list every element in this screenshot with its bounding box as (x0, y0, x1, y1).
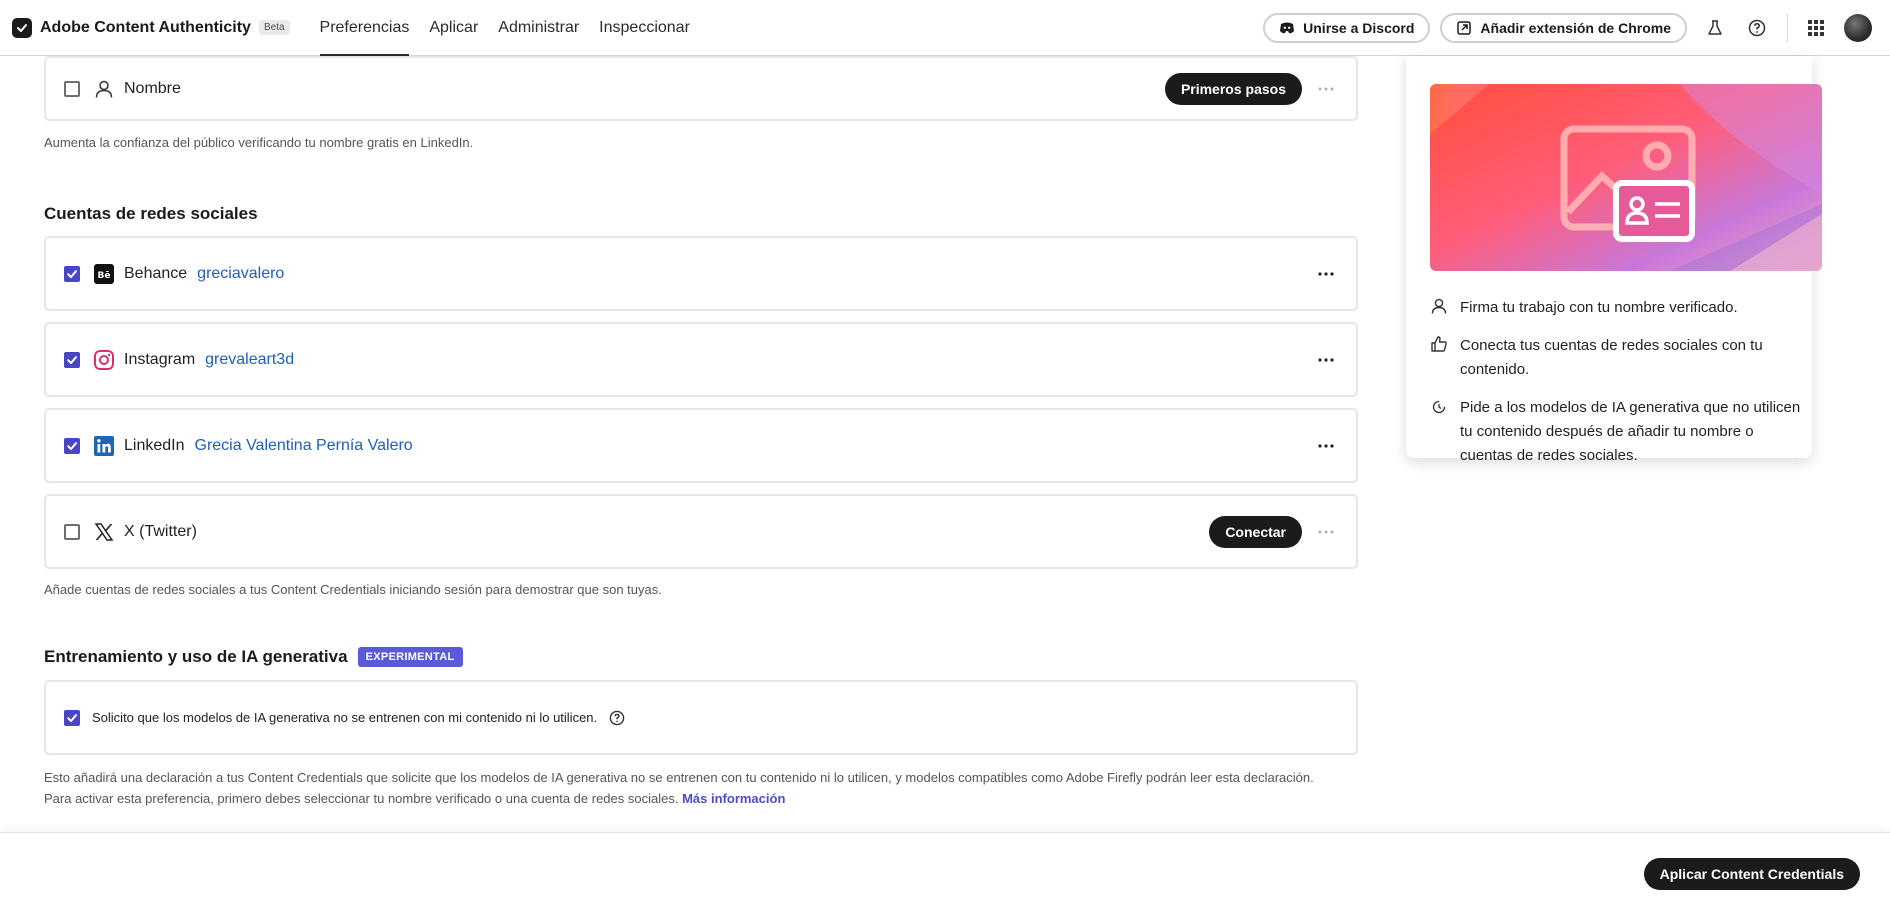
benefit-text-verified-name: Firma tu trabajo con tu nombre verificad… (1460, 299, 1738, 316)
instagram-username[interactable]: grevaleart3d (205, 351, 294, 369)
ai-helper-text: Esto añadirá una declaración a tus Conte… (44, 767, 1334, 809)
x-logo-icon (94, 522, 114, 542)
linkedin-name: LinkedIn (124, 436, 185, 454)
name-card-actions: Primeros pasos (1164, 58, 1338, 119)
instagram-name: Instagram (124, 350, 196, 368)
join-discord-button[interactable]: Unirse a Discord (1263, 13, 1431, 43)
benefit-text-social-accounts: Conecta tus cuentas de redes sociales co… (1460, 337, 1763, 378)
labs-flask-button[interactable] (1701, 14, 1729, 42)
beta-badge: Beta (258, 20, 290, 35)
linkedin-username[interactable]: Grecia Valentina Pernía Valero (195, 437, 413, 455)
social-account-x-twitter: X (Twitter) Conectar (44, 494, 1358, 569)
instagram-more-options-button[interactable] (1314, 348, 1338, 372)
person-icon (1431, 298, 1447, 314)
help-circle-icon (1748, 19, 1766, 37)
thumbs-up-icon (1431, 336, 1447, 352)
connect-x-button[interactable]: Conectar (1209, 515, 1302, 548)
adobe-content-authenticity-logo-icon (12, 17, 32, 38)
apps-grid-icon (1808, 20, 1824, 36)
instagram-checkbox[interactable] (64, 351, 80, 368)
behance-more-options-button[interactable] (1314, 262, 1338, 286)
name-label: Nombre (124, 79, 181, 97)
x-twitter-name: X (Twitter) (124, 522, 197, 540)
behance-icon: Bē (94, 263, 114, 284)
add-chrome-extension-button[interactable]: Añadir extensión de Chrome (1440, 13, 1687, 43)
discord-icon (1280, 22, 1295, 34)
social-helper-text: Añade cuentas de redes sociales a tus Co… (44, 582, 662, 597)
svg-text:Bē: Bē (98, 271, 111, 281)
nav-tab-inspeccionar[interactable]: Inspeccionar (589, 0, 700, 56)
brand[interactable]: Adobe Content Authenticity Beta (12, 17, 290, 38)
learn-more-link[interactable]: Más información (682, 791, 785, 806)
nav-tab-administrar[interactable]: Administrar (488, 0, 589, 56)
user-avatar[interactable] (1844, 14, 1872, 42)
social-accounts-title: Cuentas de redes sociales (44, 204, 258, 223)
main-nav: Preferencias Aplicar Administrar Inspecc… (310, 0, 700, 56)
x-twitter-actions: Conectar (1209, 496, 1338, 567)
apps-grid-button[interactable] (1802, 14, 1830, 42)
instagram-icon (94, 349, 114, 370)
behance-name: Behance (124, 264, 188, 282)
person-icon (94, 79, 114, 99)
name-more-options-button[interactable] (1314, 77, 1338, 101)
benefits-list: Firma tu trabajo con tu nombre verificad… (1430, 296, 1802, 482)
social-account-linkedin: LinkedIn Grecia Valentina Pernía Valero (44, 408, 1358, 483)
social-account-behance: Bē Behance greciavalero (44, 236, 1358, 311)
join-discord-label: Unirse a Discord (1303, 20, 1415, 36)
behance-actions (1302, 238, 1338, 309)
behance-checkbox[interactable] (64, 265, 80, 282)
linkedin-icon (94, 435, 114, 456)
help-circle-icon[interactable] (609, 710, 625, 726)
more-horizontal-icon (1318, 443, 1334, 448)
linkedin-more-options-button[interactable] (1314, 434, 1338, 458)
more-horizontal-icon (1318, 530, 1334, 533)
more-horizontal-icon (1318, 357, 1334, 362)
ai-restriction-icon (1432, 400, 1446, 414)
ai-section-title: Entrenamiento y uso de IA generativa EXPE… (44, 647, 463, 667)
external-arrow-icon (1457, 21, 1472, 35)
help-button[interactable] (1743, 14, 1771, 42)
social-account-instagram: Instagram grevaleart3d (44, 322, 1358, 397)
ai-preference-card: Solicito que los modelos de IA generativ… (44, 680, 1358, 755)
nav-tab-preferencias[interactable]: Preferencias (310, 0, 420, 56)
more-horizontal-icon (1318, 87, 1334, 90)
ai-helper-body: Esto añadirá una declaración a tus Conte… (44, 770, 1314, 806)
header-divider (1787, 14, 1788, 42)
apply-content-credentials-button[interactable]: Aplicar Content Credentials (1643, 858, 1860, 890)
benefit-item-social-accounts: Conecta tus cuentas de redes sociales co… (1430, 334, 1802, 382)
add-chrome-extension-label: Añadir extensión de Chrome (1480, 20, 1671, 36)
x-twitter-checkbox[interactable] (64, 523, 80, 540)
name-helper-text: Aumenta la confianza del público verific… (44, 135, 474, 150)
nav-tab-aplicar[interactable]: Aplicar (419, 0, 488, 56)
more-horizontal-icon (1318, 271, 1334, 276)
name-card: Nombre Primeros pasos (44, 56, 1358, 121)
x-twitter-more-options-button[interactable] (1314, 520, 1338, 544)
experimental-badge: EXPERIMENTAL (357, 647, 463, 667)
hero-illustration (1430, 84, 1822, 271)
ai-opt-out-label: Solicito que los modelos de IA generativ… (92, 710, 598, 725)
linkedin-checkbox[interactable] (64, 437, 80, 454)
top-right-actions: Unirse a Discord Añadir extensión de Chr… (1253, 0, 1872, 56)
get-started-button[interactable]: Primeros pasos (1164, 72, 1302, 105)
behance-username[interactable]: greciavalero (197, 265, 284, 283)
benefit-text-ai-training: Pide a los modelos de IA generativa que … (1460, 399, 1801, 464)
ai-opt-out-checkbox[interactable] (64, 709, 80, 726)
brand-name: Adobe Content Authenticity (40, 18, 251, 36)
linkedin-actions (1302, 410, 1338, 481)
top-bar: Adobe Content Authenticity Beta Preferen… (0, 0, 1890, 56)
info-panel: Firma tu trabajo con tu nombre verificad… (1406, 56, 1822, 464)
ai-section-title-text: Entrenamiento y uso de IA generativa (44, 647, 348, 666)
flask-icon (1708, 20, 1722, 35)
instagram-actions (1302, 324, 1338, 395)
name-checkbox[interactable] (64, 80, 80, 97)
bottom-action-bar: Aplicar Content Credentials (0, 832, 1890, 913)
benefit-item-ai-training: Pide a los modelos de IA generativa que … (1430, 396, 1802, 468)
benefit-item-verified-name: Firma tu trabajo con tu nombre verificad… (1430, 296, 1802, 320)
